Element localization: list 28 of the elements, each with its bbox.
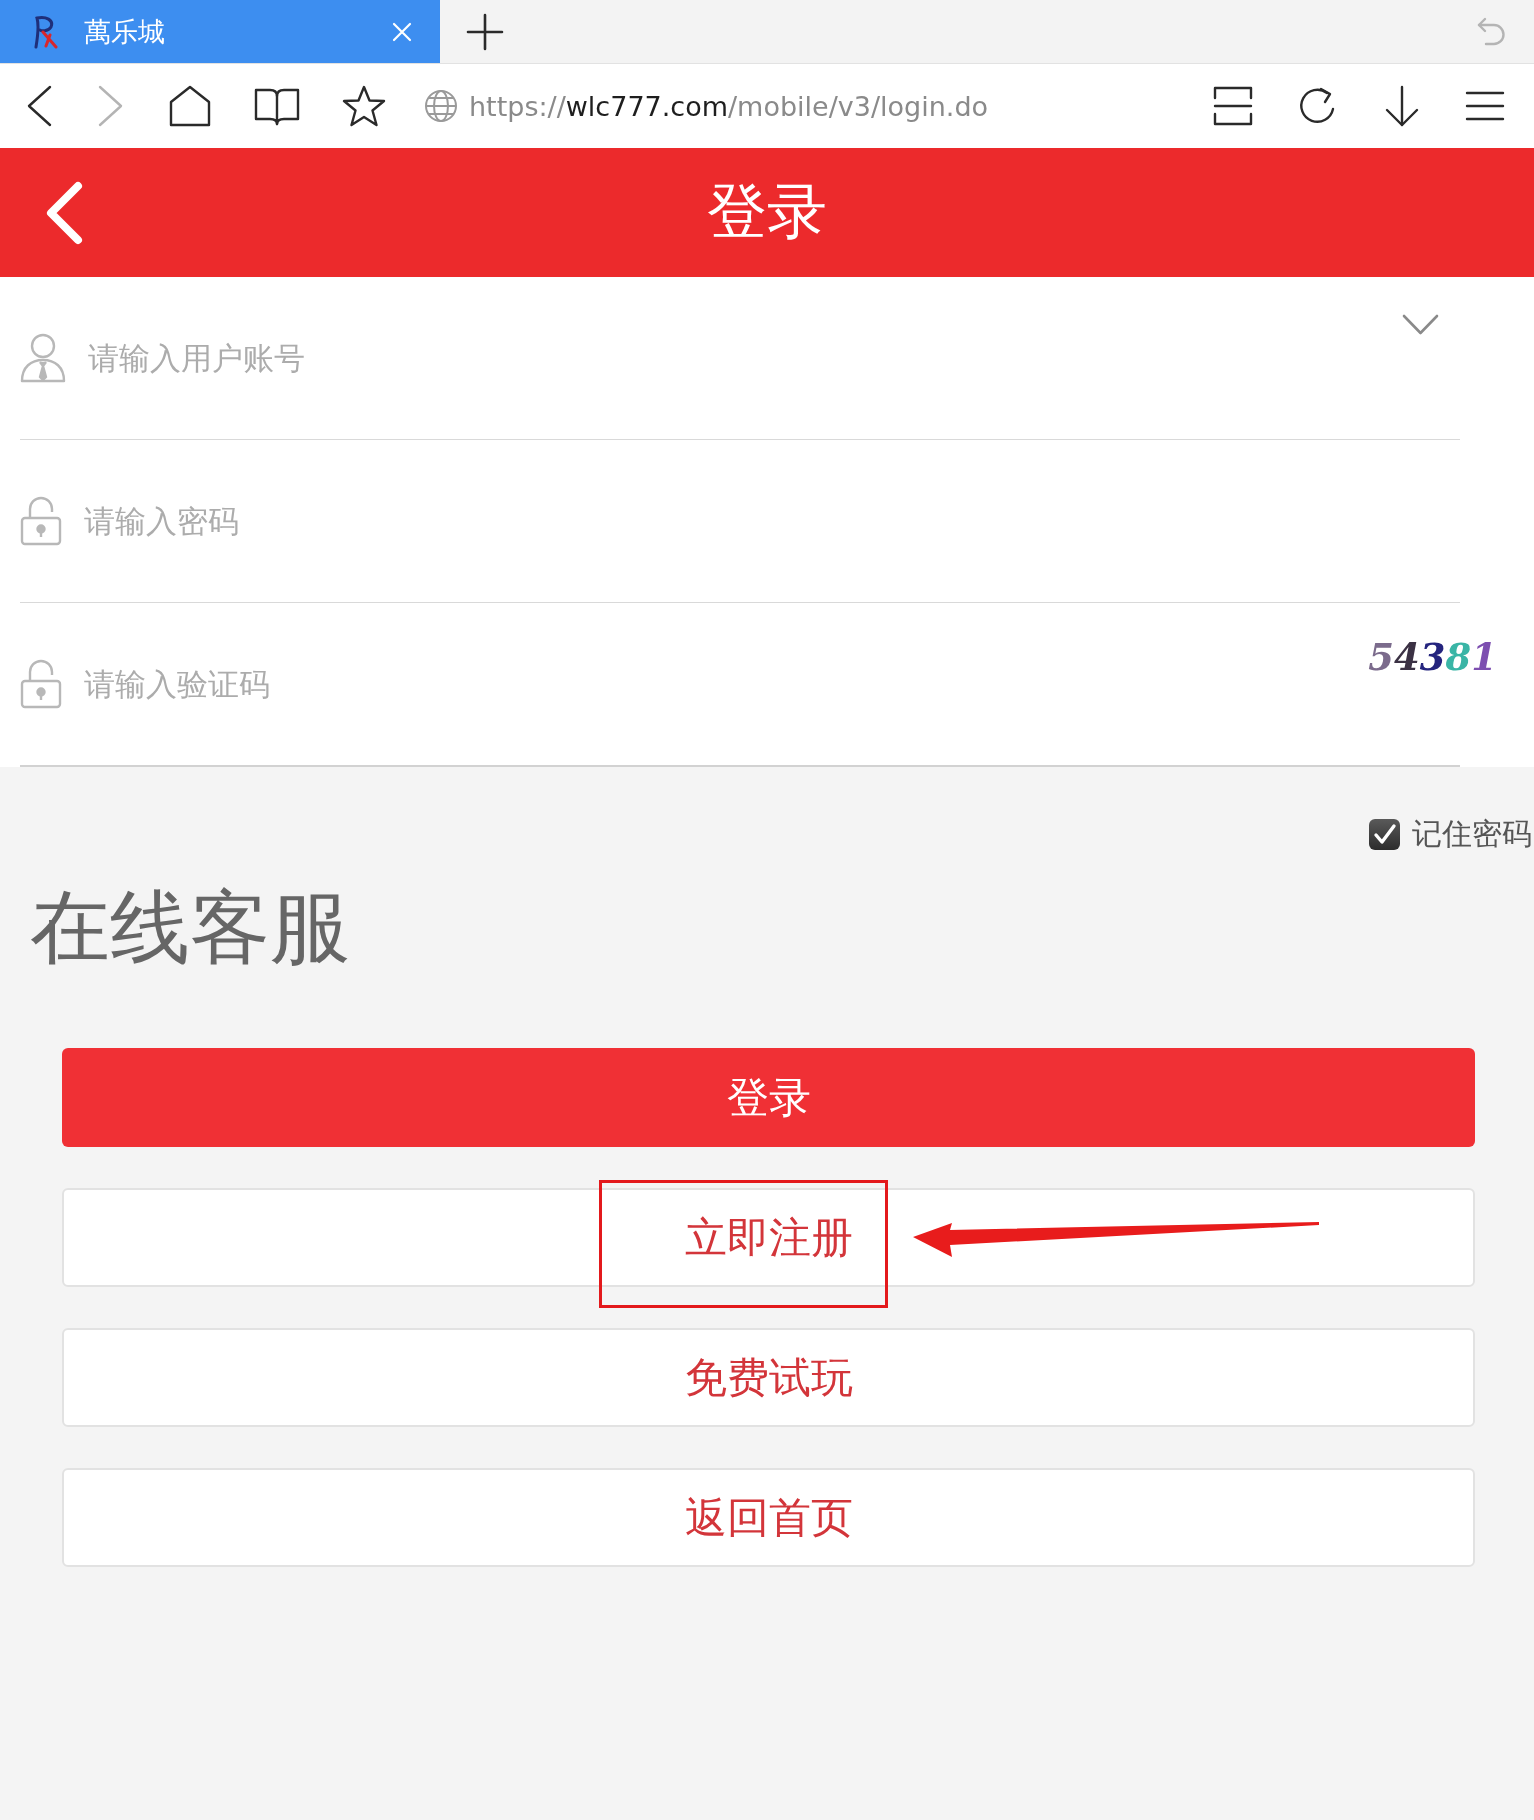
captcha-field[interactable]: 请输入验证码	[84, 656, 1369, 712]
browser-tab[interactable]: 萬乐城	[0, 0, 440, 63]
plus-icon[interactable]	[466, 12, 504, 51]
address-field[interactable]: https://wlc777.com/mobile/v3/login.do	[469, 90, 989, 122]
chevron-down-icon[interactable]	[1402, 313, 1439, 336]
lock-icon	[20, 496, 62, 546]
user-icon	[20, 333, 66, 383]
book-icon[interactable]	[254, 86, 300, 126]
download-icon[interactable]	[1383, 85, 1421, 127]
lock-icon	[20, 659, 62, 709]
login-button[interactable]: 登录	[62, 1048, 1475, 1147]
menu-icon[interactable]	[1465, 90, 1505, 122]
captcha-code[interactable]: 54381	[1368, 635, 1497, 679]
register-button[interactable]: 立即注册	[62, 1188, 1475, 1287]
remember-password-label: 记住密码	[1412, 815, 1532, 853]
home-page-button[interactable]: 返回首页	[62, 1468, 1475, 1567]
close-icon[interactable]	[392, 21, 412, 42]
online-service-link[interactable]: 在线客服	[30, 880, 350, 976]
account-field[interactable]: 请输入用户账号	[88, 330, 1402, 386]
password-field[interactable]: 请输入密码	[84, 493, 1460, 549]
star-icon[interactable]	[342, 85, 386, 127]
trial-button[interactable]: 免费试玩	[62, 1328, 1475, 1427]
page-layout-icon[interactable]	[1213, 86, 1253, 126]
checkbox[interactable]	[1369, 819, 1400, 850]
page-title: 登录	[707, 175, 827, 248]
home-icon[interactable]	[168, 85, 212, 127]
globe-icon	[424, 89, 458, 123]
tab-title: 萬乐城	[84, 14, 165, 49]
